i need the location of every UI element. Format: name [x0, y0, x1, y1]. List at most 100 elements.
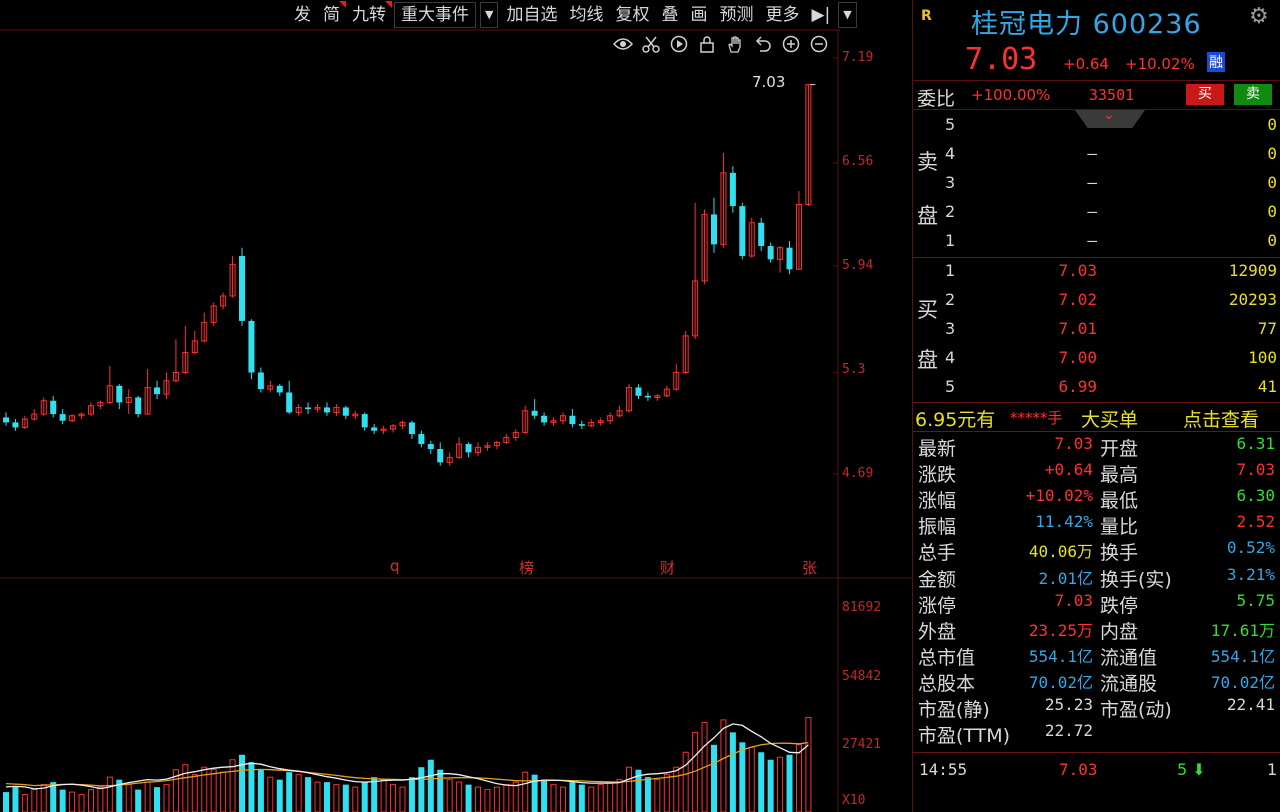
quote-value: 22.72: [1044, 721, 1093, 741]
quote-row: 市盈(静) 25.23 市盈(动) 22.41: [913, 694, 1280, 721]
stock-title: 桂冠电力 600236: [971, 9, 1202, 40]
volume-bar: [21, 794, 28, 812]
quote-value: 17.61万: [1210, 620, 1275, 640]
quote-value: 7.03: [1236, 460, 1275, 480]
tb-add-watchlist-button[interactable]: 加自选: [500, 0, 563, 30]
volume-bar: [380, 779, 387, 812]
undo-icon[interactable]: [752, 33, 774, 55]
bid-level: 3: [945, 319, 956, 338]
quote-row: 涨停 7.03 跌停 5.75: [913, 590, 1280, 617]
volume-bar: [654, 779, 661, 812]
quote-value: 25.23: [1044, 695, 1093, 714]
ask-row-3[interactable]: 3 – 0: [913, 170, 1280, 199]
volume-bar: [352, 786, 359, 812]
ask-row-1[interactable]: 1 – 0: [913, 228, 1280, 257]
tb-draw-button[interactable]: 画: [684, 0, 713, 30]
volume-bar: [541, 779, 548, 812]
tb-jian-button[interactable]: 简: [317, 0, 346, 30]
tick-time: 14:55: [919, 760, 968, 779]
zoom-in-icon[interactable]: [780, 33, 802, 55]
tb-major-events-button[interactable]: 重大事件: [394, 2, 476, 28]
tb-more-dropdown[interactable]: ▼: [838, 2, 857, 28]
bid-volume: 20293: [1228, 290, 1277, 309]
volume-bar: [323, 782, 330, 812]
volume-bar: [597, 784, 604, 812]
candle-body-down: [154, 387, 161, 395]
volume-bar: [777, 756, 784, 812]
tb-forecast-button[interactable]: 预测: [713, 0, 759, 30]
weibi-label: 委比: [917, 88, 956, 110]
candle-body-down: [739, 206, 746, 257]
candle-body-down: [437, 449, 444, 463]
volume-bar: [748, 746, 755, 812]
volume-bar: [267, 776, 274, 812]
quote-value: 70.02亿: [1210, 672, 1275, 692]
candle-body-down: [418, 434, 425, 445]
sell-button[interactable]: 卖: [1234, 84, 1272, 105]
current-price-tag: 7.03: [752, 73, 786, 91]
event-marker[interactable]: 张: [802, 557, 817, 578]
price-tick-label: 6.56: [842, 154, 874, 169]
tb-events-dropdown[interactable]: ▼: [480, 2, 499, 28]
volume-bar: [739, 742, 746, 812]
kline-chart[interactable]: [0, 0, 912, 812]
event-marker[interactable]: 榜: [519, 557, 534, 578]
ask-row-2[interactable]: 2 – 0: [913, 199, 1280, 228]
bid-row-3[interactable]: 3 7.01 77: [913, 316, 1280, 345]
quote-value: 0.52%: [1226, 538, 1275, 558]
candle-body-down: [644, 395, 651, 398]
quote-key: 最低: [1100, 490, 1139, 513]
tb-adjust-button[interactable]: 复权: [609, 0, 655, 30]
weibi-ratio: +100.00%: [971, 86, 1051, 104]
tb-jiuzhuan-button[interactable]: 九转: [346, 0, 392, 30]
bid-level: 5: [945, 377, 956, 396]
ask-price: –: [1087, 231, 1097, 250]
play-icon[interactable]: [668, 33, 690, 55]
chart-toolbar: 发 简 九转 重大事件 ▼ 加自选 均线 复权 叠 画 预测 更多 ▶| ▼: [288, 0, 859, 30]
bid-row-2[interactable]: 2 7.02 20293: [913, 287, 1280, 316]
volume-bar: [626, 766, 633, 812]
volume-bar: [616, 779, 623, 812]
volume-bar: [229, 759, 236, 812]
kline-chart-area[interactable]: 发 简 九转 重大事件 ▼ 加自选 均线 复权 叠 画 预测 更多 ▶| ▼ 7…: [0, 0, 912, 812]
quote-row: 振幅 11.42% 量比 2.52: [913, 511, 1280, 539]
ask-row-4[interactable]: 4 – 0: [913, 141, 1280, 170]
tb-more-button[interactable]: 更多: [759, 0, 805, 30]
tick-volume: 5 ⬇: [1177, 760, 1206, 779]
event-marker[interactable]: q: [390, 557, 400, 575]
quote-value: +0.64: [1044, 460, 1093, 480]
eye-icon[interactable]: [612, 33, 634, 55]
buy-button[interactable]: 买: [1186, 84, 1224, 105]
volume-bar: [795, 744, 802, 812]
volume-bar: [361, 782, 368, 812]
big-order-link[interactable]: 点击查看: [1183, 405, 1259, 432]
ask-row-5[interactable]: 50: [913, 112, 1280, 141]
bid-price: 7.00: [1058, 348, 1097, 367]
candle-body-down: [305, 407, 312, 410]
tb-overlay-button[interactable]: 叠: [655, 0, 684, 30]
volume-tick-label: 54842: [842, 669, 882, 684]
event-marker[interactable]: 财: [660, 557, 675, 578]
quote-row: 外盘 23.25万 内盘 17.61万: [913, 616, 1280, 643]
tb-fa-button[interactable]: 发: [288, 0, 317, 30]
hand-icon[interactable]: [724, 33, 746, 55]
bid-row-1[interactable]: 1 7.03 12909: [913, 258, 1280, 287]
bid-row-4[interactable]: 4 7.00 100: [913, 345, 1280, 374]
quote-key: 振幅: [918, 516, 957, 539]
zoom-out-icon[interactable]: [808, 33, 830, 55]
tb-jump-button[interactable]: ▶|: [805, 0, 836, 30]
volume-bar: [588, 786, 595, 812]
tb-ma-button[interactable]: 均线: [563, 0, 609, 30]
lock-icon[interactable]: [696, 33, 718, 55]
bid-row-5[interactable]: 5 6.99 41: [913, 374, 1280, 403]
ask-level: 3: [945, 173, 956, 192]
ask-price: –: [1087, 202, 1097, 221]
bid-price: 7.03: [1058, 261, 1097, 280]
volume-bar: [286, 772, 293, 812]
quote-value: 40.06万: [1028, 542, 1093, 562]
quote-row: 总股本 70.02亿 流通股 70.02亿: [913, 668, 1280, 695]
bid-level: 4: [945, 348, 956, 367]
gear-icon[interactable]: ⚙: [1249, 4, 1269, 29]
scissors-icon[interactable]: [640, 33, 662, 55]
volume-bar: [475, 786, 481, 812]
